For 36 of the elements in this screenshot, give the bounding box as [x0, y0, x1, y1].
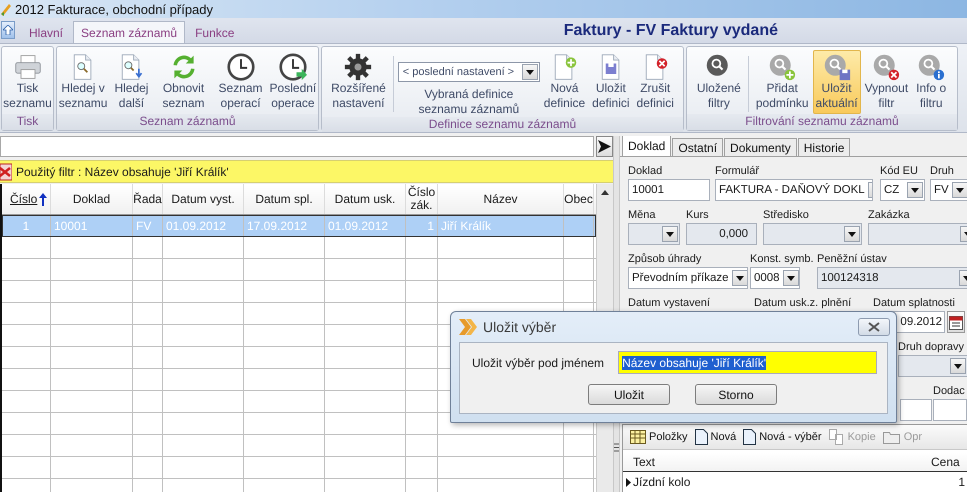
dropdown-caption: Vybraná definice seznamu záznamů [418, 87, 520, 117]
field-label: Druh [930, 165, 954, 179]
table-cell-text: 1 [957, 475, 966, 489]
table-cell: 10001 [54, 218, 88, 232]
field-label: Uložit výběr pod jménem [472, 356, 604, 370]
field-label: Kurs [686, 209, 709, 223]
field-label: Datum vystavení [628, 297, 710, 311]
table-cell: 01.09.2012 [166, 218, 226, 232]
window-title: 2012 Fakturace, obchodní případy [15, 2, 214, 16]
table-cell: FV [136, 218, 152, 232]
field-label: Peněžní ústav [817, 253, 887, 267]
field-label: Kód EU [880, 165, 918, 179]
table-cell: 17.09.2012 [247, 218, 308, 232]
field-label: Dodac [933, 385, 965, 399]
dialog-title: Uložit výběr [483, 319, 556, 335]
field-label: Datum usk.z. plnění [754, 297, 852, 311]
module-title: Faktury - FV Faktury vydané [564, 22, 778, 40]
field-label: Konst. symb. [750, 253, 814, 267]
field-label: Druh dopravy [898, 341, 964, 355]
group-caption: Definice seznamu záznamů [322, 117, 683, 132]
field-label: Datum splatnosti [873, 297, 955, 311]
table-cell: 1 [22, 218, 30, 232]
field-label: Formulář [715, 165, 760, 179]
field-label: Středisko [763, 209, 809, 223]
field-label: Doklad [628, 165, 662, 179]
field-label: Způsob úhrady [628, 253, 702, 267]
group-caption: Tisk [2, 114, 53, 130]
field-label: Zakázka [868, 209, 910, 223]
field-label: Měna [628, 209, 656, 223]
table-cell: 01.09.2012 [328, 218, 388, 232]
table-cell: Jiří Králík [441, 218, 492, 232]
active-filter-text: Použitý filtr : Název obsahuje 'Jiří Králík' [16, 164, 229, 178]
group-caption: Filtrování seznamu záznamů [687, 114, 957, 130]
group-caption: Seznam záznamů [57, 114, 318, 130]
table-cell: 1 [427, 218, 434, 232]
table-cell-text: Jízdní kolo [633, 475, 692, 489]
